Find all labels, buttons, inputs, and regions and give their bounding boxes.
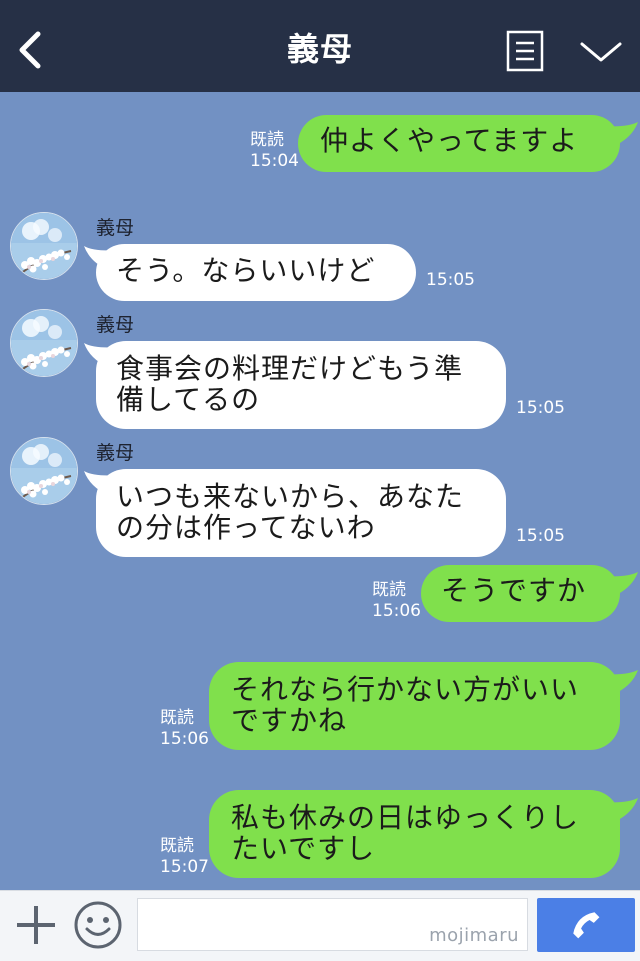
read-receipt: 既読 (372, 580, 406, 600)
call-button[interactable] (537, 898, 635, 952)
message-bubble-received[interactable]: 食事会の料理だけどもう準 備してるの (96, 341, 506, 429)
chat-title: 義母 (286, 30, 353, 68)
menu-list-icon (506, 30, 544, 72)
read-receipt: 既読 (250, 130, 284, 150)
read-receipt: 既読 (160, 708, 194, 728)
avatar[interactable] (10, 437, 78, 505)
message-status: 既読 15:04 (250, 130, 299, 172)
back-arrow-icon (19, 31, 41, 69)
message-time: 15:06 (372, 601, 421, 621)
smiley-icon (74, 901, 122, 949)
sender-name: 義母 (96, 314, 135, 336)
message-time: 15:05 (516, 526, 565, 546)
chevron-down-icon (580, 42, 622, 62)
message-time: 15:06 (160, 729, 209, 749)
message-time: 15:04 (250, 151, 299, 171)
phone-icon (573, 912, 600, 939)
message-bubble-received[interactable]: いつも来ないから、あなた の分は作ってないわ (96, 469, 506, 557)
read-receipt: 既読 (160, 836, 194, 856)
avatar-image (11, 438, 77, 504)
add-button[interactable] (14, 903, 58, 947)
input-bar: mojimaru (0, 890, 640, 961)
watermark: mojimaru (429, 925, 519, 946)
message-status: 既読 15:07 (160, 836, 209, 878)
message-status: 既読 15:06 (160, 708, 209, 750)
collapse-button[interactable] (578, 36, 624, 66)
plus-icon (17, 906, 55, 944)
message-time: 15:05 (426, 270, 475, 290)
message-input[interactable]: mojimaru (137, 898, 528, 951)
avatar-image (11, 310, 77, 376)
sender-name: 義母 (96, 442, 135, 464)
message-bubble-received[interactable]: そう。ならいいけど (96, 244, 416, 301)
message-time: 15:07 (160, 857, 209, 877)
message-time: 15:05 (516, 398, 565, 418)
menu-button[interactable] (506, 30, 544, 72)
sender-name: 義母 (96, 217, 135, 239)
message-bubble-sent[interactable]: 仲よくやってますよ (298, 115, 620, 172)
back-button[interactable] (12, 26, 52, 70)
avatar-image (11, 213, 77, 279)
avatar[interactable] (10, 309, 78, 377)
message-bubble-sent[interactable]: そうですか (421, 565, 620, 622)
chat-header: 義母 (0, 0, 640, 92)
message-status: 既読 15:06 (372, 580, 421, 622)
emoji-button[interactable] (73, 900, 123, 950)
message-bubble-sent[interactable]: それなら行かない方がいい ですかね (209, 662, 620, 750)
avatar[interactable] (10, 212, 78, 280)
message-bubble-sent[interactable]: 私も休みの日はゆっくりし たいですし (209, 790, 620, 878)
